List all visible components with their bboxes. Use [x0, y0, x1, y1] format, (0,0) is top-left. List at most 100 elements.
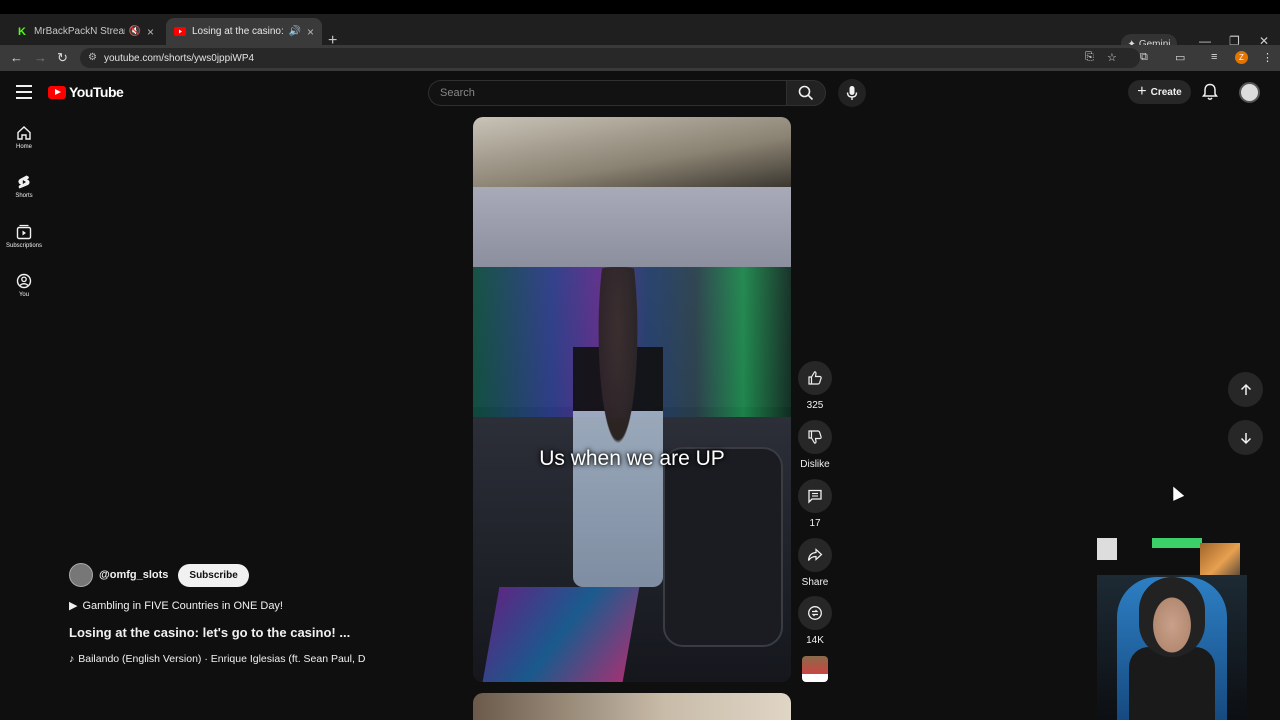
shorts-icon: [18, 175, 30, 189]
menu-dots-icon[interactable]: ⋮: [1262, 51, 1273, 64]
muted-icon[interactable]: 🔇: [129, 26, 141, 37]
music-note-icon: ♪: [69, 653, 75, 665]
remix-count: 14K: [806, 635, 824, 646]
playlist-title: Gambling in FIVE Countries in ONE Day!: [82, 599, 283, 612]
remix-button[interactable]: [798, 596, 832, 630]
create-label: Create: [1150, 86, 1182, 98]
tab-close-icon[interactable]: ×: [307, 25, 314, 39]
create-button[interactable]: + Create: [1128, 80, 1191, 104]
next-short-button[interactable]: [1228, 420, 1263, 455]
arrow-down-icon: [1240, 432, 1251, 444]
like-button[interactable]: [798, 361, 832, 395]
thumbs-up-icon: [808, 371, 822, 385]
webcam-streamer-head: [1139, 577, 1205, 657]
dislike-button[interactable]: [798, 420, 832, 454]
url-text: youtube.com/shorts/yws0jppiWP4: [104, 52, 255, 64]
audio-track-thumbnail[interactable]: [802, 656, 828, 682]
install-app-icon[interactable]: ⎘: [1085, 51, 1094, 64]
share-button[interactable]: [798, 538, 832, 572]
mouse-cursor: [1167, 484, 1185, 501]
forward-icon[interactable]: →: [34, 50, 47, 65]
reload-icon[interactable]: ↻: [57, 50, 68, 66]
dislike-action[interactable]: Dislike: [797, 420, 833, 470]
share-action[interactable]: Share: [797, 538, 833, 588]
tab-title: MrBackPackN Stream - Wa: [34, 26, 125, 37]
search-icon: [798, 85, 814, 101]
search-input[interactable]: [440, 87, 786, 99]
short-title[interactable]: Losing at the casino: let's go to the ca…: [69, 625, 350, 640]
short-video-player[interactable]: Us when we are UP: [473, 117, 791, 682]
you-icon: [16, 273, 32, 289]
arrow-up-icon: [1240, 383, 1251, 395]
home-icon: [17, 126, 31, 140]
video-frame-chair: [663, 447, 783, 647]
tab-stream[interactable]: K MrBackPackN Stream - Wa 🔇 ×: [8, 18, 162, 45]
tab-title: Losing at the casino: let's g: [192, 26, 285, 37]
remix-action[interactable]: 14K: [797, 596, 833, 646]
channel-name[interactable]: @omfg_slots: [99, 569, 168, 581]
tab-youtube-short[interactable]: Losing at the casino: let's g 🔊 ×: [166, 18, 322, 45]
audio-playing-icon[interactable]: 🔊: [289, 26, 301, 37]
like-count: 325: [806, 400, 824, 411]
video-frame-person: [573, 267, 663, 587]
video-frame-slot-screen: [482, 587, 640, 682]
back-icon[interactable]: ←: [10, 50, 23, 65]
playlist-link[interactable]: ▶ Gambling in FIVE Countries in ONE Day!: [69, 599, 283, 613]
bookmark-star-icon[interactable]: ☆: [1107, 51, 1117, 64]
kick-favicon-icon: K: [18, 25, 26, 38]
hamburger-menu-icon[interactable]: [16, 85, 32, 99]
youtube-header: YouTube + Create: [0, 71, 1280, 115]
like-action[interactable]: 325: [797, 361, 833, 411]
subscribe-button[interactable]: Subscribe: [178, 563, 249, 587]
voice-search-button[interactable]: [838, 79, 866, 107]
sidebar-item-subscriptions[interactable]: Subscriptions: [0, 224, 48, 249]
search-box[interactable]: [428, 80, 786, 106]
cast-icon[interactable]: ▭: [1175, 51, 1185, 64]
channel-row: @omfg_slots Subscribe: [69, 563, 249, 587]
extensions-icon[interactable]: ⧉: [1140, 51, 1148, 64]
browser-tab-strip: K MrBackPackN Stream - Wa 🔇 × Losing at …: [0, 0, 1280, 54]
sidebar-item-label: Subscriptions: [5, 243, 43, 249]
sidebar-item-home[interactable]: Home: [0, 125, 48, 150]
comment-icon: [808, 489, 822, 504]
logo-text: YouTube: [69, 84, 124, 100]
webcam-decor: [1097, 538, 1117, 560]
search-button[interactable]: [786, 80, 826, 106]
youtube-logo[interactable]: YouTube: [48, 84, 124, 100]
remix-icon: [808, 606, 822, 620]
plus-icon: +: [1137, 83, 1147, 100]
video-caption: Us when we are UP: [539, 447, 725, 470]
play-icon: ▶: [69, 600, 78, 612]
webcam-decor: [1152, 538, 1202, 548]
comments-button[interactable]: [798, 479, 832, 513]
microphone-icon: [846, 86, 858, 100]
url-bar[interactable]: ⚙ youtube.com/shorts/yws0jppiWP4: [80, 48, 1140, 68]
sidebar-item-label: Shorts: [15, 193, 33, 199]
sidebar-item-you[interactable]: You: [0, 273, 48, 298]
subscriptions-icon: [16, 224, 32, 240]
tab-close-icon[interactable]: ×: [147, 25, 154, 39]
sidebar-item-label: Home: [15, 144, 32, 150]
notifications-bell-icon[interactable]: [1202, 83, 1218, 106]
webcam-overlay: [1097, 535, 1247, 720]
share-icon: [807, 548, 823, 561]
comments-action[interactable]: 17: [797, 479, 833, 529]
sidebar-item-shorts[interactable]: Shorts: [0, 174, 48, 199]
address-toolbar: ← → ↻ ⚙ youtube.com/shorts/yws0jppiWP4 ⎘…: [0, 45, 1280, 71]
video-frame-ceiling: [473, 117, 791, 187]
youtube-play-logo-icon: [48, 85, 66, 99]
profile-avatar[interactable]: Z: [1235, 51, 1248, 64]
site-info-icon[interactable]: ⚙: [88, 52, 97, 63]
song-link[interactable]: ♪ Bailando (English Version) · Enrique I…: [69, 653, 365, 665]
song-title: Bailando (English Version) · Enrique Igl…: [78, 653, 366, 665]
sidebar-item-label: You: [18, 292, 30, 298]
youtube-favicon-icon: [174, 26, 186, 38]
comment-count: 17: [809, 518, 821, 529]
dislike-label: Dislike: [800, 459, 830, 470]
next-short-preview[interactable]: [473, 693, 791, 720]
previous-short-button[interactable]: [1228, 372, 1263, 407]
share-label: Share: [801, 577, 829, 588]
media-control-icon[interactable]: ≡: [1211, 51, 1217, 63]
channel-avatar[interactable]: [69, 563, 93, 587]
account-avatar[interactable]: [1239, 82, 1260, 103]
